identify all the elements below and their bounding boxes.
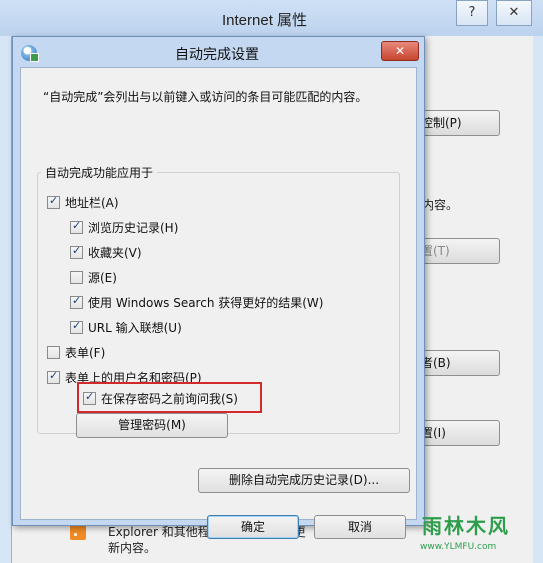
bg-close-button[interactable]: ✕	[496, 0, 532, 26]
bg-window-title: Internet 属性	[222, 12, 308, 29]
windows-search-checkbox[interactable]	[70, 294, 83, 309]
bg-install-button[interactable]: 置(I)	[416, 420, 500, 446]
url-suggest-option[interactable]: URL 输入联想(U)	[70, 318, 182, 336]
browse-history-label: 浏览历史记录(H)	[88, 220, 179, 235]
ok-button[interactable]: 确定	[207, 515, 299, 539]
forms-option[interactable]: 表单(F)	[47, 343, 105, 361]
ask-before-save-label: 在保存密码之前询问我(S)	[101, 391, 238, 406]
dialog-title: 自动完成设置	[175, 47, 259, 63]
bg-settings-button[interactable]: 置(T)	[416, 238, 500, 264]
group-label: 自动完成功能应用于	[41, 164, 158, 181]
bg-control-button[interactable]: 控制(P)	[416, 110, 500, 136]
bg-help-button[interactable]: ?	[456, 0, 488, 26]
ask-before-save-checkbox[interactable]	[83, 390, 96, 405]
feed-icon	[70, 524, 86, 540]
url-suggest-label: URL 输入联想(U)	[88, 320, 182, 335]
forms-checkbox[interactable]	[47, 345, 60, 359]
feeds-option[interactable]: 源(E)	[70, 268, 117, 286]
internet-options-icon	[21, 45, 39, 62]
bg-titlebar: Internet 属性 ? ✕	[0, 0, 543, 36]
cancel-button[interactable]: 取消	[314, 515, 406, 539]
dialog-titlebar: 自动完成设置 ✕	[13, 37, 424, 67]
site-watermark: 雨林木风 www.YLMFU.com	[416, 508, 536, 560]
forms-label: 表单(F)	[65, 345, 106, 360]
address-bar-checkbox[interactable]	[47, 194, 60, 209]
delete-history-button[interactable]: 删除自动完成历史记录(D)...	[198, 468, 410, 493]
bg-fragment-text: 内容。	[422, 198, 459, 212]
feeds-checkbox[interactable]	[70, 270, 83, 284]
feeds-label: 源(E)	[88, 270, 117, 285]
dialog-description: “自动完成”会列出与以前键入或访问的条目可能匹配的内容。	[43, 90, 368, 104]
favorites-option[interactable]: 收藏夹(V)	[70, 243, 142, 261]
address-bar-label: 地址栏(A)	[65, 195, 119, 210]
manage-passwords-button[interactable]: 管理密码(M)	[76, 413, 228, 438]
usernames-passwords-checkbox[interactable]	[47, 369, 60, 384]
url-suggest-checkbox[interactable]	[70, 319, 83, 334]
autocomplete-settings-dialog: 自动完成设置 ✕ “自动完成”会列出与以前键入或访问的条目可能匹配的内容。 自动…	[12, 36, 425, 539]
ask-before-save-option[interactable]: 在保存密码之前询问我(S)	[83, 389, 238, 407]
browse-history-option[interactable]: 浏览历史记录(H)	[70, 218, 178, 236]
windows-search-option[interactable]: 使用 Windows Search 获得更好的结果(W)	[70, 293, 323, 311]
watermark-url: www.YLMFU.com	[420, 542, 497, 552]
browse-history-checkbox[interactable]	[70, 219, 83, 234]
dialog-close-button[interactable]: ✕	[381, 41, 419, 61]
favorites-label: 收藏夹(V)	[88, 245, 142, 260]
dialog-body: “自动完成”会列出与以前键入或访问的条目可能匹配的内容。 自动完成功能应用于 地…	[20, 67, 417, 539]
favorites-checkbox[interactable]	[70, 244, 83, 259]
bg-publisher-button[interactable]: 者(B)	[416, 350, 500, 376]
address-bar-option[interactable]: 地址栏(A)	[47, 193, 119, 211]
windows-search-label: 使用 Windows Search 获得更好的结果(W)	[88, 295, 324, 310]
watermark-text: 雨林木风	[422, 514, 510, 538]
bg-footer-line2: 新内容。	[108, 541, 157, 555]
